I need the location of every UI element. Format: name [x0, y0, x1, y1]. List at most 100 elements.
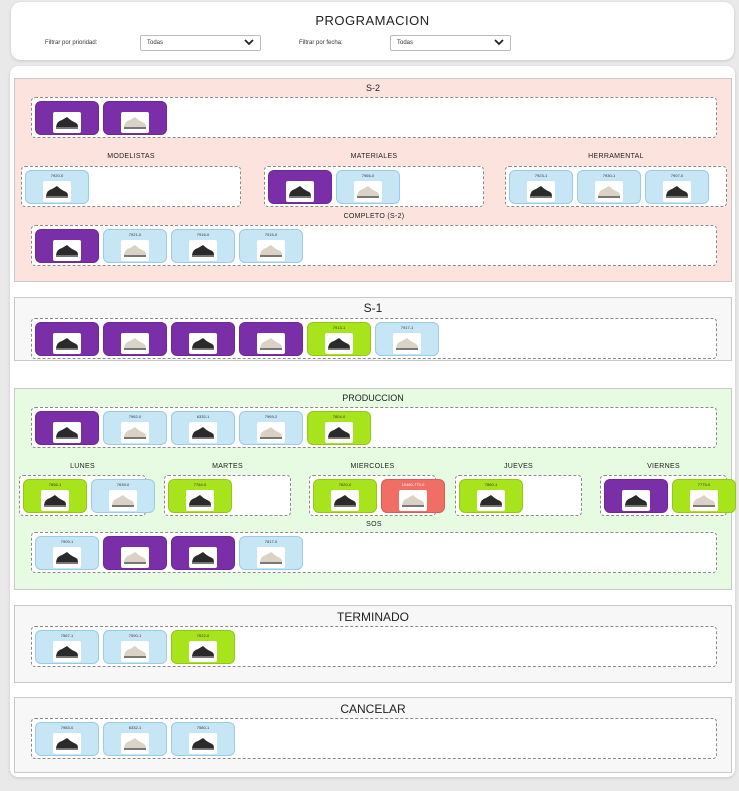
miercoles-dropzone[interactable]: 7620-0 10460-773-0: [309, 475, 445, 516]
product-code: 7930-1: [602, 173, 616, 178]
section-s1-title: S-1: [363, 301, 383, 315]
shoe-thumbnail-icon: [189, 333, 217, 354]
produccion-dropzone[interactable]: 7962-0 6332-1 7969-2 7804-0: [31, 407, 717, 448]
shoe-thumbnail-icon: [527, 181, 555, 202]
product-card[interactable]: 7860-1: [459, 479, 523, 513]
section-cancelar-title: CANCELAR: [340, 702, 406, 716]
terminado-dropzone[interactable]: 7567-1 7590-1 7622-0: [31, 626, 717, 667]
section-s2-title: S-2: [365, 83, 380, 93]
section-s1: S-1 7913-1 7917-1: [14, 297, 732, 361]
product-card[interactable]: 7856-1: [23, 479, 87, 513]
shoe-thumbnail-icon: [399, 490, 427, 511]
s2-dropzone[interactable]: [31, 97, 717, 138]
product-card[interactable]: [35, 101, 99, 135]
priority-filter-select[interactable]: Todas: [140, 35, 261, 51]
product-card[interactable]: 7764-0: [168, 479, 232, 513]
product-card[interactable]: [103, 536, 167, 570]
product-card[interactable]: [171, 322, 235, 356]
cancelar-dropzone[interactable]: 7983-0 6332-1 7580-1: [31, 718, 717, 759]
product-card[interactable]: 7917-1: [375, 322, 439, 356]
shoe-thumbnail-icon: [663, 181, 691, 202]
product-card[interactable]: [103, 101, 167, 135]
product-code: 7804-0: [332, 414, 346, 419]
product-card[interactable]: 7804-0: [307, 411, 371, 445]
materiales-dropzone[interactable]: 7966-0: [264, 166, 484, 207]
section-terminado-title: TERMINADO: [337, 610, 409, 624]
product-card[interactable]: 7913-1: [307, 322, 371, 356]
product-card[interactable]: 7620-0: [313, 479, 377, 513]
product-code: 7913-1: [332, 325, 346, 330]
product-card[interactable]: [268, 170, 332, 204]
product-code: 7920-0: [50, 173, 64, 178]
product-card[interactable]: 7909-1: [35, 536, 99, 570]
product-card[interactable]: 6332-1: [103, 722, 167, 756]
product-code: 7915-0: [264, 232, 278, 237]
product-card[interactable]: [35, 229, 99, 263]
sos-dropzone[interactable]: 7909-1 7817-0: [31, 532, 717, 573]
product-card[interactable]: [35, 411, 99, 445]
shoe-thumbnail-icon: [622, 490, 650, 511]
product-card[interactable]: 7775-0: [672, 479, 736, 513]
shoe-thumbnail-icon: [393, 333, 421, 354]
product-card[interactable]: 7966-0: [336, 170, 400, 204]
product-card[interactable]: 7930-1: [577, 170, 641, 204]
product-code: 7966-0: [361, 173, 375, 178]
product-card[interactable]: 7921-0: [103, 229, 167, 263]
product-card[interactable]: 7590-1: [103, 630, 167, 664]
product-card[interactable]: 7639-0: [91, 479, 155, 513]
product-code: 7916-0: [196, 232, 210, 237]
shoe-thumbnail-icon: [257, 547, 285, 568]
shoe-thumbnail-icon: [189, 422, 217, 443]
product-card[interactable]: 7817-0: [239, 536, 303, 570]
martes-title: MARTES: [212, 463, 243, 470]
viernes-title: VIERNES: [647, 463, 680, 470]
product-card[interactable]: 7920-0: [25, 170, 89, 204]
product-card[interactable]: 7916-0: [171, 229, 235, 263]
s1-dropzone[interactable]: 7913-1 7917-1: [31, 318, 717, 359]
shoe-thumbnail-icon: [43, 181, 71, 202]
product-code: 7775-0: [697, 482, 711, 487]
product-card[interactable]: [171, 536, 235, 570]
product-card[interactable]: [35, 322, 99, 356]
product-card[interactable]: 7915-0: [239, 229, 303, 263]
chevron-down-icon: [244, 39, 254, 46]
product-card[interactable]: 7567-1: [35, 630, 99, 664]
shoe-thumbnail-icon: [189, 641, 217, 662]
jueves-dropzone[interactable]: 7860-1: [455, 475, 582, 516]
product-code: 7639-0: [116, 482, 130, 487]
shoe-thumbnail-icon: [53, 547, 81, 568]
product-code: 10460-773-0: [401, 482, 425, 487]
product-card[interactable]: 7907-0: [645, 170, 709, 204]
product-card[interactable]: 7923-1: [509, 170, 573, 204]
product-code: 7764-0: [193, 482, 207, 487]
lunes-dropzone[interactable]: 7856-1 7639-0: [19, 475, 155, 516]
product-card[interactable]: 6332-1: [171, 411, 235, 445]
shoe-thumbnail-icon: [286, 181, 314, 202]
product-card[interactable]: 10460-773-0: [381, 479, 445, 513]
herramental-dropzone[interactable]: 7923-1 7930-1 7907-0: [505, 166, 727, 207]
page-header: PROGRAMACION Filtrar por prioridad: Toda…: [11, 2, 734, 60]
modelistas-dropzone[interactable]: 7920-0: [21, 166, 241, 207]
product-card[interactable]: [239, 322, 303, 356]
shoe-thumbnail-icon: [595, 181, 623, 202]
shoe-thumbnail-icon: [53, 422, 81, 443]
section-produccion-title: PRODUCCION: [342, 393, 404, 403]
completo-dropzone[interactable]: 7921-0 7916-0 7915-0: [31, 225, 717, 266]
product-code: 7923-1: [534, 173, 548, 178]
product-card[interactable]: 7983-0: [35, 722, 99, 756]
chevron-down-icon: [494, 39, 504, 46]
sos-title: SOS: [366, 521, 382, 528]
product-card[interactable]: [604, 479, 668, 513]
viernes-dropzone[interactable]: 7775-0: [600, 475, 736, 516]
section-cancelar: CANCELAR 7983-0 6332-1 7580-1: [14, 697, 732, 773]
product-code: 7983-0: [60, 725, 74, 730]
shoe-thumbnail-icon: [477, 490, 505, 511]
product-card[interactable]: 7969-2: [239, 411, 303, 445]
product-card[interactable]: [103, 322, 167, 356]
date-filter-select[interactable]: Todas: [390, 35, 511, 51]
martes-dropzone[interactable]: 7764-0: [164, 475, 291, 516]
product-card[interactable]: 7622-0: [171, 630, 235, 664]
product-card[interactable]: 7580-1: [171, 722, 235, 756]
shoe-thumbnail-icon: [189, 733, 217, 754]
product-card[interactable]: 7962-0: [103, 411, 167, 445]
